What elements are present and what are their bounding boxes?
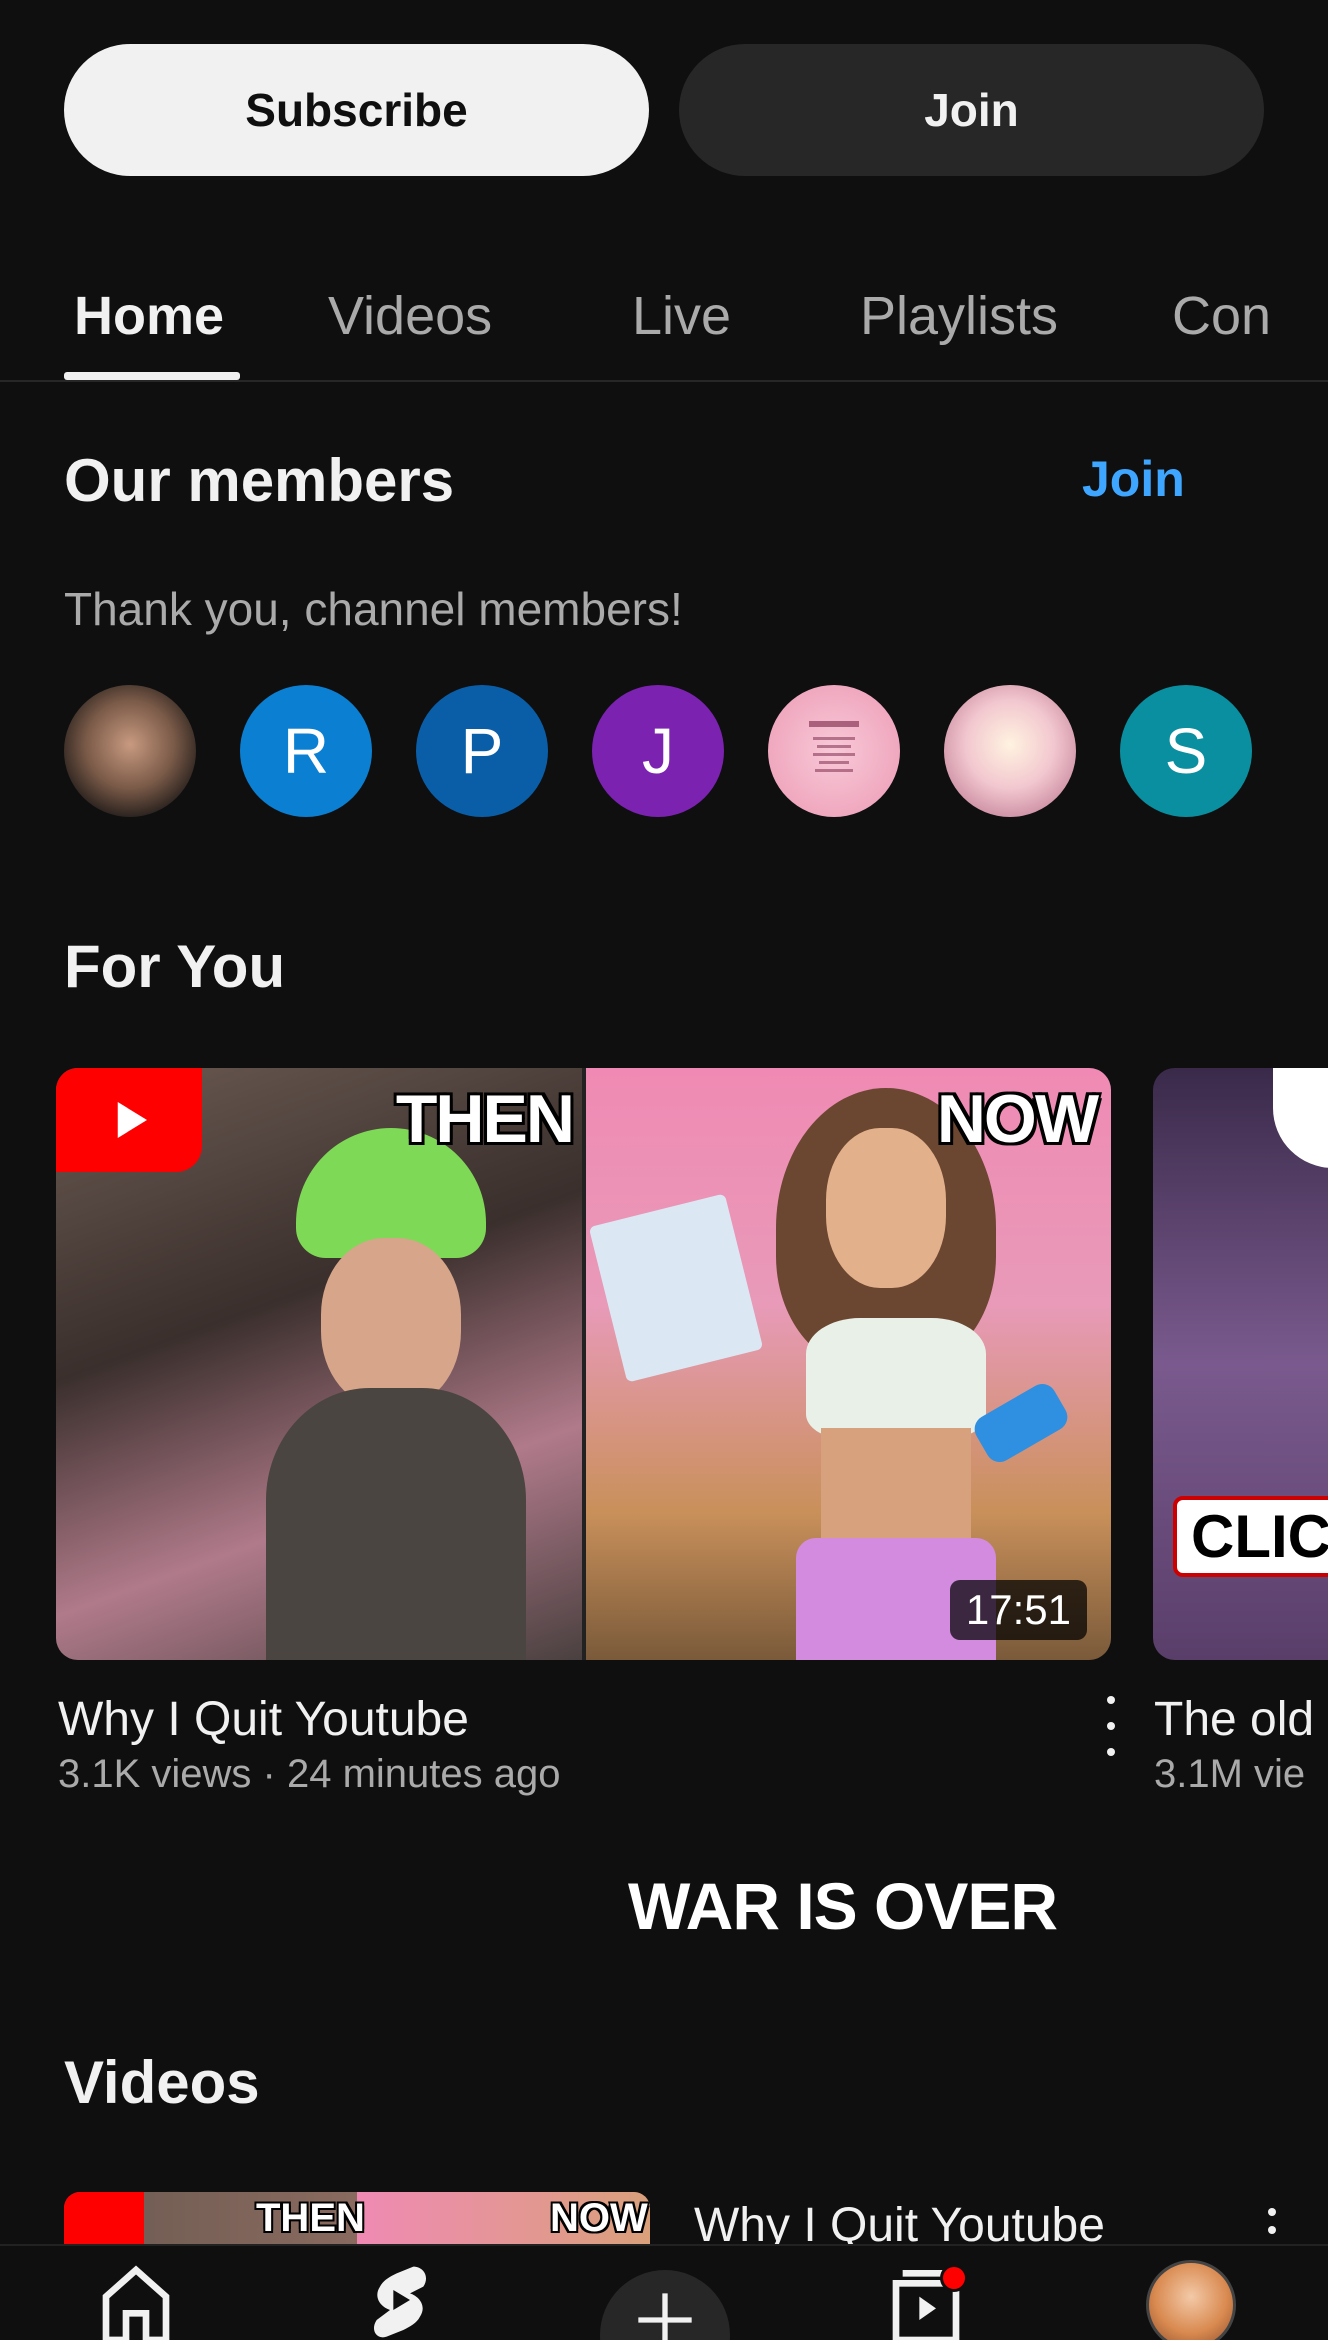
- more-options-icon[interactable]: [1096, 1696, 1126, 1756]
- profile-avatar[interactable]: [1146, 2260, 1236, 2340]
- join-button[interactable]: Join: [679, 44, 1264, 176]
- member-avatar[interactable]: [768, 685, 900, 817]
- video-title[interactable]: The old: [1154, 1692, 1328, 1747]
- thumbnail-figure: [236, 1128, 526, 1660]
- member-initial: P: [460, 715, 504, 787]
- thumbnail-then-half: THEN: [56, 1068, 583, 1660]
- video-meta: 3.1K views · 24 minutes ago: [58, 1752, 561, 1796]
- member-initial: R: [282, 715, 330, 787]
- channel-tabs: Home Videos Live Playlists Con: [0, 250, 1328, 382]
- member-initial: J: [642, 715, 674, 787]
- subscribe-button[interactable]: Subscribe: [64, 44, 649, 176]
- plus-icon: [638, 2293, 692, 2340]
- for-you-section-title: For You: [64, 933, 286, 1000]
- member-avatar[interactable]: P: [416, 685, 548, 817]
- youtube-logo-icon: [56, 1068, 202, 1172]
- video-thumbnail[interactable]: THEN NOW 17:51: [56, 1068, 1111, 1660]
- video-thumbnail-partial[interactable]: CLIC: [1153, 1068, 1328, 1660]
- video-thumbnail[interactable]: THEN NOW: [64, 2192, 650, 2252]
- thumbnail-label-then: THEN: [256, 2196, 365, 2240]
- video-duration-badge: 17:51: [949, 1580, 1087, 1640]
- member-avatar[interactable]: [944, 685, 1076, 817]
- tab-home[interactable]: Home: [74, 250, 224, 380]
- member-initial: S: [1164, 715, 1208, 787]
- thumbnail-now-half: NOW: [586, 1068, 1111, 1660]
- create-button[interactable]: [600, 2270, 730, 2340]
- home-icon[interactable]: [86, 2260, 186, 2340]
- tab-videos[interactable]: Videos: [328, 250, 492, 380]
- shorts-icon[interactable]: [350, 2260, 450, 2340]
- tab-community[interactable]: Con: [1172, 250, 1268, 380]
- tab-live[interactable]: Live: [632, 250, 731, 380]
- members-subtitle: Thank you, channel members!: [64, 583, 683, 635]
- youtube-logo-icon: [64, 2192, 144, 2252]
- channel-action-row: Subscribe Join: [64, 44, 1264, 176]
- thumbnail-label-clic: CLIC: [1173, 1496, 1328, 1577]
- member-avatar[interactable]: R: [240, 685, 372, 817]
- member-avatars: R P J S: [64, 685, 1264, 817]
- caption-overlay: WAR IS OVER: [628, 1869, 1058, 1943]
- active-tab-indicator: [64, 372, 240, 380]
- video-meta: 3.1M vie: [1154, 1752, 1306, 1796]
- member-avatar-art: [809, 721, 859, 772]
- greeting-card-graphic: [588, 1193, 764, 1383]
- videos-section-title: Videos: [64, 2049, 260, 2116]
- member-avatar[interactable]: S: [1120, 685, 1252, 817]
- video-title[interactable]: Why I Quit Youtube: [58, 1692, 469, 1747]
- thumbnail-label-then: THEN: [395, 1081, 575, 1157]
- member-avatar[interactable]: J: [592, 685, 724, 817]
- tab-playlists[interactable]: Playlists: [860, 250, 1058, 380]
- thumbnail-label-now: NOW: [936, 1081, 1099, 1157]
- thumbnail-label-now: NOW: [550, 2196, 648, 2240]
- bottom-navigation: [0, 2244, 1328, 2340]
- thumbnail-figure: [766, 1088, 1026, 1660]
- member-avatar[interactable]: [64, 685, 196, 817]
- notification-dot: [940, 2264, 968, 2292]
- video-list-item[interactable]: THEN NOW Why I Quit Youtube: [64, 2192, 1328, 2252]
- speech-bubble-graphic: [1273, 1068, 1328, 1168]
- tab-clip: Con: [1172, 250, 1268, 380]
- members-join-link[interactable]: Join: [1082, 450, 1185, 508]
- members-section-title: Our members: [64, 447, 455, 514]
